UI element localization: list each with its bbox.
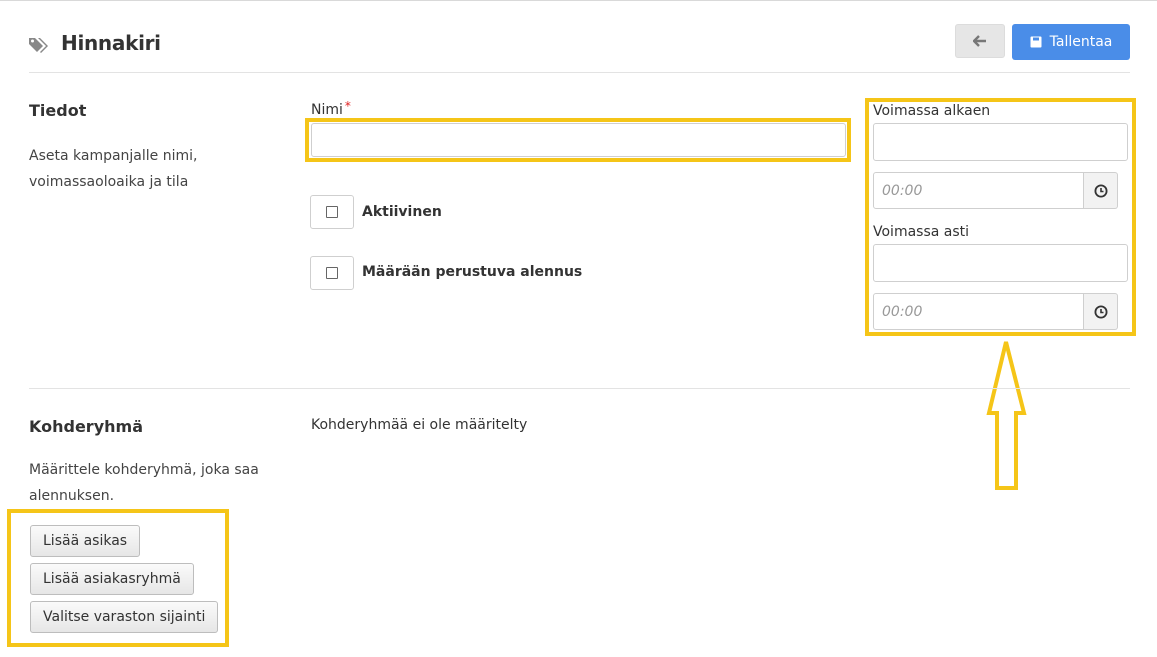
page-title: Hinnakiri [61, 31, 161, 55]
header-divider [29, 72, 1130, 73]
valid-from-label: Voimassa alkaen [873, 103, 991, 119]
checkbox-icon [326, 267, 338, 279]
required-mark: * [344, 99, 351, 113]
clock-icon [1094, 305, 1107, 318]
save-icon [1030, 36, 1042, 48]
valid-from-date-input[interactable] [873, 123, 1128, 161]
active-checkbox[interactable] [310, 195, 354, 229]
save-button-label: Tallentaa [1049, 34, 1113, 50]
quantity-discount-label: Määrään perustuva alennus [362, 264, 583, 280]
valid-to-label: Voimassa asti [873, 224, 970, 240]
section-divider [29, 388, 1130, 389]
add-customer-button[interactable]: Lisää asikas [30, 525, 141, 557]
section-description-tiedot: Aseta kampanjalle nimi, voimassaoloaika … [29, 148, 198, 190]
save-button[interactable]: Tallentaa [1012, 24, 1130, 60]
select-warehouse-location-button[interactable]: Valitse varaston sijainti [30, 601, 219, 633]
section-title-kohderyhma: Kohderyhmä [29, 417, 143, 436]
valid-to-time-input[interactable]: 00:00 [873, 293, 1084, 330]
clock-icon [1094, 184, 1107, 197]
valid-from-time-button[interactable] [1084, 172, 1118, 209]
checkbox-icon [326, 206, 338, 218]
quantity-discount-checkbox[interactable] [310, 256, 354, 290]
add-customer-group-button[interactable]: Lisää asiakasryhmä [30, 563, 194, 595]
valid-from-time-input[interactable]: 00:00 [873, 172, 1084, 209]
section-title-tiedot: Tiedot [29, 101, 87, 120]
name-label: Nimi * [311, 99, 351, 118]
valid-to-date-input[interactable] [873, 244, 1128, 282]
name-input[interactable] [311, 123, 846, 157]
section-description-kohderyhma: Määrittele kohderyhmä, joka saa alennuks… [29, 462, 259, 504]
target-group-empty-text: Kohderyhmää ei ole määritelty [311, 417, 528, 433]
up-arrow-annotation [986, 341, 1027, 490]
tags-icon [29, 38, 48, 53]
back-button[interactable] [955, 24, 1005, 58]
active-label: Aktiivinen [362, 204, 442, 220]
arrow-left-icon [973, 35, 986, 47]
valid-to-time-button[interactable] [1084, 293, 1118, 330]
